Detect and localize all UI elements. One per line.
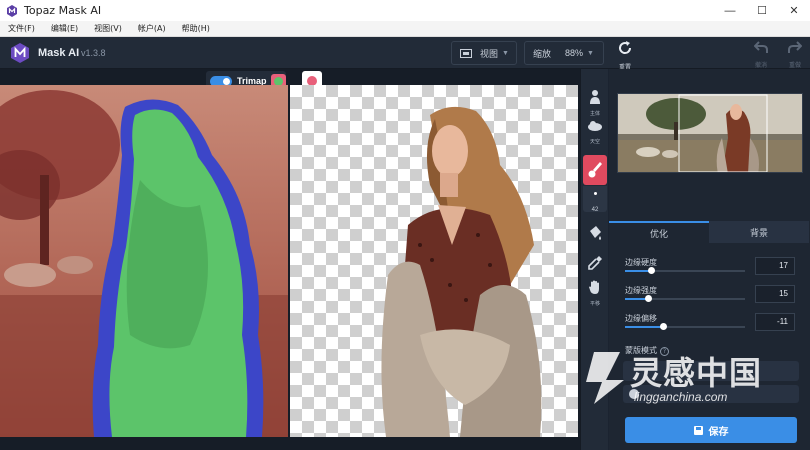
edge-hardness-value[interactable]: 17: [755, 257, 795, 275]
title-bar: Topaz Mask AI — ☐ ✕: [0, 0, 810, 21]
navigator-thumbnail[interactable]: [617, 93, 803, 173]
edge-hardness-slider[interactable]: 边缘硬度 17: [625, 257, 809, 277]
slider-track: [625, 323, 745, 330]
redo-icon: [788, 41, 803, 53]
watermark-chinese-text: 灵感中国: [630, 354, 763, 392]
reset-icon: [619, 41, 632, 54]
brush-size-dot: [593, 192, 597, 195]
undo-label: 撤消: [754, 62, 767, 69]
window-controls: — ☐ ✕: [714, 0, 810, 21]
brush-size-indicator[interactable]: 42: [583, 186, 607, 213]
edge-shift-label: 边缘偏移: [625, 314, 657, 323]
tab-refine[interactable]: 优化: [609, 221, 709, 243]
brush-size-value: 42: [591, 207, 599, 213]
menu-account[interactable]: 帐户(A): [138, 23, 166, 34]
slider-knob[interactable]: [644, 295, 652, 302]
watermark: 灵感中国 lingganchina.com: [578, 346, 810, 412]
subject-tool-label: 主体: [589, 111, 600, 117]
sky-select-tool[interactable]: 天空: [583, 119, 607, 149]
edge-strength-slider[interactable]: 边缘强度 15: [625, 285, 809, 305]
redo-label: 重做: [788, 62, 801, 69]
edge-shift-value[interactable]: -11: [755, 313, 795, 331]
tab-background[interactable]: 背景: [709, 221, 809, 243]
fill-bucket-icon: [590, 226, 601, 240]
slider-knob[interactable]: [648, 267, 656, 274]
view-icon: [460, 48, 472, 58]
mask-ai-logo-icon: [11, 43, 29, 63]
maximize-button[interactable]: ☐: [746, 0, 778, 21]
navigator-image: [618, 94, 802, 172]
view-dropdown[interactable]: 视图 ▼: [451, 41, 517, 65]
app-version: v1.3.8: [81, 48, 106, 58]
hand-pan-icon: [589, 280, 599, 294]
person-select-icon: [590, 90, 600, 104]
pan-tool[interactable]: 平移: [583, 279, 607, 309]
menu-help[interactable]: 帮助(H): [182, 23, 210, 34]
view-label: 视图: [480, 49, 499, 60]
output-image: [381, 106, 542, 437]
edge-strength-value[interactable]: 15: [755, 285, 795, 303]
watermark-logo-icon: [586, 352, 624, 404]
menu-file[interactable]: 文件(F): [8, 23, 35, 34]
eyedropper-tool[interactable]: [583, 249, 607, 279]
trimap-image: [0, 85, 288, 437]
app-name: Mask AI: [38, 47, 80, 59]
edge-strength-label: 边缘强度: [625, 286, 657, 295]
canvas-area: Trimap: [0, 69, 608, 450]
redo-button[interactable]: 重做: [782, 40, 808, 69]
app-toolbar: Mask AI v1.3.8 视图 ▼ 缩放 88% ▼ 重置 撤消 重做: [0, 37, 810, 71]
app-icon: [7, 4, 17, 17]
undo-button[interactable]: 撤消: [748, 40, 774, 69]
zoom-value: 88%: [565, 48, 584, 58]
save-label: 保存: [708, 426, 729, 438]
edge-shift-slider[interactable]: 边缘偏移 -11: [625, 313, 809, 333]
brush-tool[interactable]: [583, 155, 607, 185]
save-icon: [693, 425, 703, 435]
output-view[interactable]: [290, 85, 578, 437]
slider-knob[interactable]: [660, 323, 668, 330]
zoom-label: 缩放: [533, 49, 552, 60]
slider-fill: [625, 326, 664, 328]
app-window: Topaz Mask AI — ☐ ✕ 文件(F) 编辑(E) 视图(V) 帐户…: [0, 0, 810, 450]
menu-edit[interactable]: 编辑(E): [51, 23, 78, 34]
panel-tabs: 优化 背景: [609, 221, 810, 243]
subject-select-tool[interactable]: 主体: [583, 89, 607, 119]
minimize-button[interactable]: —: [714, 0, 746, 21]
sky-tool-label: 天空: [589, 139, 600, 145]
chevron-down-icon: ▼: [502, 49, 509, 57]
close-button[interactable]: ✕: [778, 0, 810, 21]
slider-track: [625, 267, 745, 274]
slider-track: [625, 295, 745, 302]
menu-bar: 文件(F) 编辑(E) 视图(V) 帐户(A) 帮助(H): [0, 21, 810, 37]
undo-icon: [753, 41, 768, 53]
fill-tool[interactable]: [583, 219, 607, 249]
window-title: Topaz Mask AI: [24, 4, 102, 17]
chevron-down-icon: ▼: [587, 49, 594, 57]
pan-tool-label: 平移: [589, 301, 600, 307]
sky-select-icon: [588, 121, 602, 131]
watermark-url: lingganchina.com: [634, 390, 728, 404]
trimap-view[interactable]: [0, 85, 288, 437]
save-button[interactable]: 保存: [625, 417, 797, 443]
zoom-dropdown[interactable]: 缩放 88% ▼: [524, 41, 604, 65]
eyedropper-icon: [588, 256, 602, 270]
reset-button[interactable]: 重置: [612, 40, 638, 71]
brush-icon: [588, 162, 602, 178]
menu-view[interactable]: 视图(V): [94, 23, 122, 34]
